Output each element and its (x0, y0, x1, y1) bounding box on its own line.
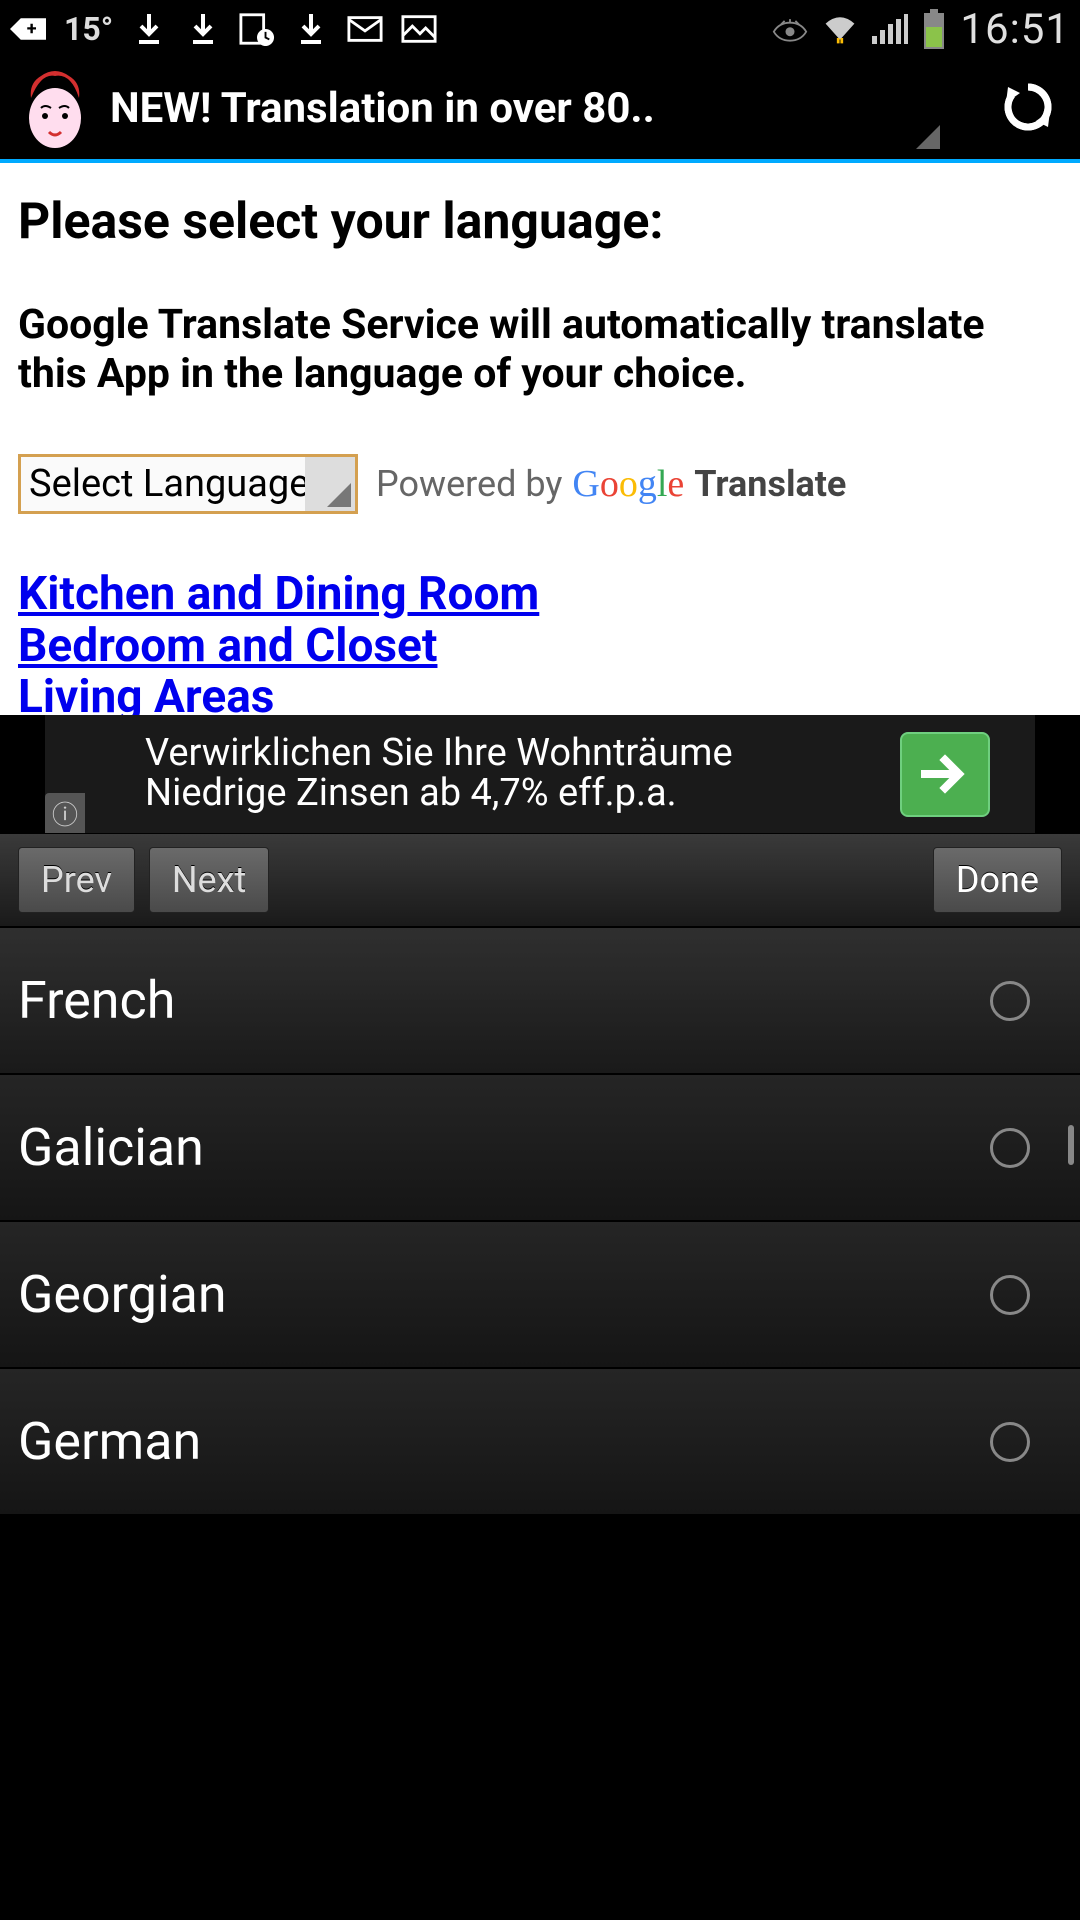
category-links: Kitchen and Dining Room Bedroom and Clos… (18, 569, 1062, 715)
scroll-indicator (1068, 1125, 1074, 1165)
category-link[interactable]: Living Areas (18, 672, 1062, 715)
image-icon (401, 11, 437, 47)
google-logo-icon: Google (572, 462, 684, 506)
eye-icon (772, 11, 808, 47)
next-button[interactable]: Next (149, 847, 269, 913)
language-option[interactable]: French (0, 928, 1080, 1075)
ad-banner[interactable]: ⓘ Verwirklichen Sie Ihre Wohnträume Nied… (45, 715, 1035, 833)
prev-button[interactable]: Prev (18, 847, 135, 913)
language-option[interactable]: Georgian (0, 1222, 1080, 1369)
battery-icon (922, 9, 946, 49)
refresh-button[interactable] (1000, 79, 1060, 139)
app-bar: NEW! Translation in over 80.. (0, 58, 1080, 163)
category-link[interactable]: Kitchen and Dining Room (18, 569, 1062, 621)
signal-icon (872, 11, 908, 47)
notification-add-icon: + (10, 11, 46, 47)
download-icon (293, 11, 329, 47)
ad-text: Verwirklichen Sie Ihre Wohnträume Niedri… (105, 734, 900, 814)
radio-icon[interactable] (990, 981, 1030, 1021)
page-heading: Please select your language: (18, 193, 1062, 251)
language-select[interactable]: Select Language (18, 454, 358, 514)
mail-icon (347, 11, 383, 47)
temperature-text: 15° (64, 10, 113, 48)
radio-icon[interactable] (990, 1128, 1030, 1168)
web-content: Please select your language: Google Tran… (0, 163, 1080, 715)
radio-icon[interactable] (990, 1275, 1030, 1315)
svg-text:+: + (27, 18, 37, 39)
download-icon (131, 11, 167, 47)
wifi-icon (822, 11, 858, 47)
done-button[interactable]: Done (933, 847, 1062, 913)
app-title[interactable]: NEW! Translation in over 80.. (110, 84, 980, 133)
language-option[interactable]: Galician (0, 1075, 1080, 1222)
clock-text: 16:51 (960, 5, 1070, 54)
keyboard-toolbar: Prev Next Done (0, 833, 1080, 928)
powered-by-text: Powered by Google Translate (376, 462, 846, 506)
dropdown-indicator-icon (910, 119, 940, 153)
language-label: French (18, 970, 990, 1031)
update-pending-icon (239, 11, 275, 47)
page-subtext: Google Translate Service will automatica… (18, 301, 1062, 399)
download-icon (185, 11, 221, 47)
category-link[interactable]: Bedroom and Closet (18, 621, 1062, 673)
language-option[interactable]: German (0, 1369, 1080, 1516)
app-logo-icon[interactable] (20, 69, 90, 149)
ad-info-icon[interactable]: ⓘ (45, 793, 85, 833)
ad-arrow-icon[interactable] (900, 732, 990, 817)
language-select-label: Select Language (29, 462, 309, 506)
language-label: Georgian (18, 1264, 990, 1325)
language-label: German (18, 1411, 990, 1472)
dropdown-arrow-icon (305, 457, 355, 511)
language-picker[interactable]: French Galician Georgian German (0, 928, 1080, 1516)
radio-icon[interactable] (990, 1422, 1030, 1462)
status-bar: + 15° 16:51 (0, 0, 1080, 58)
language-label: Galician (18, 1117, 990, 1178)
